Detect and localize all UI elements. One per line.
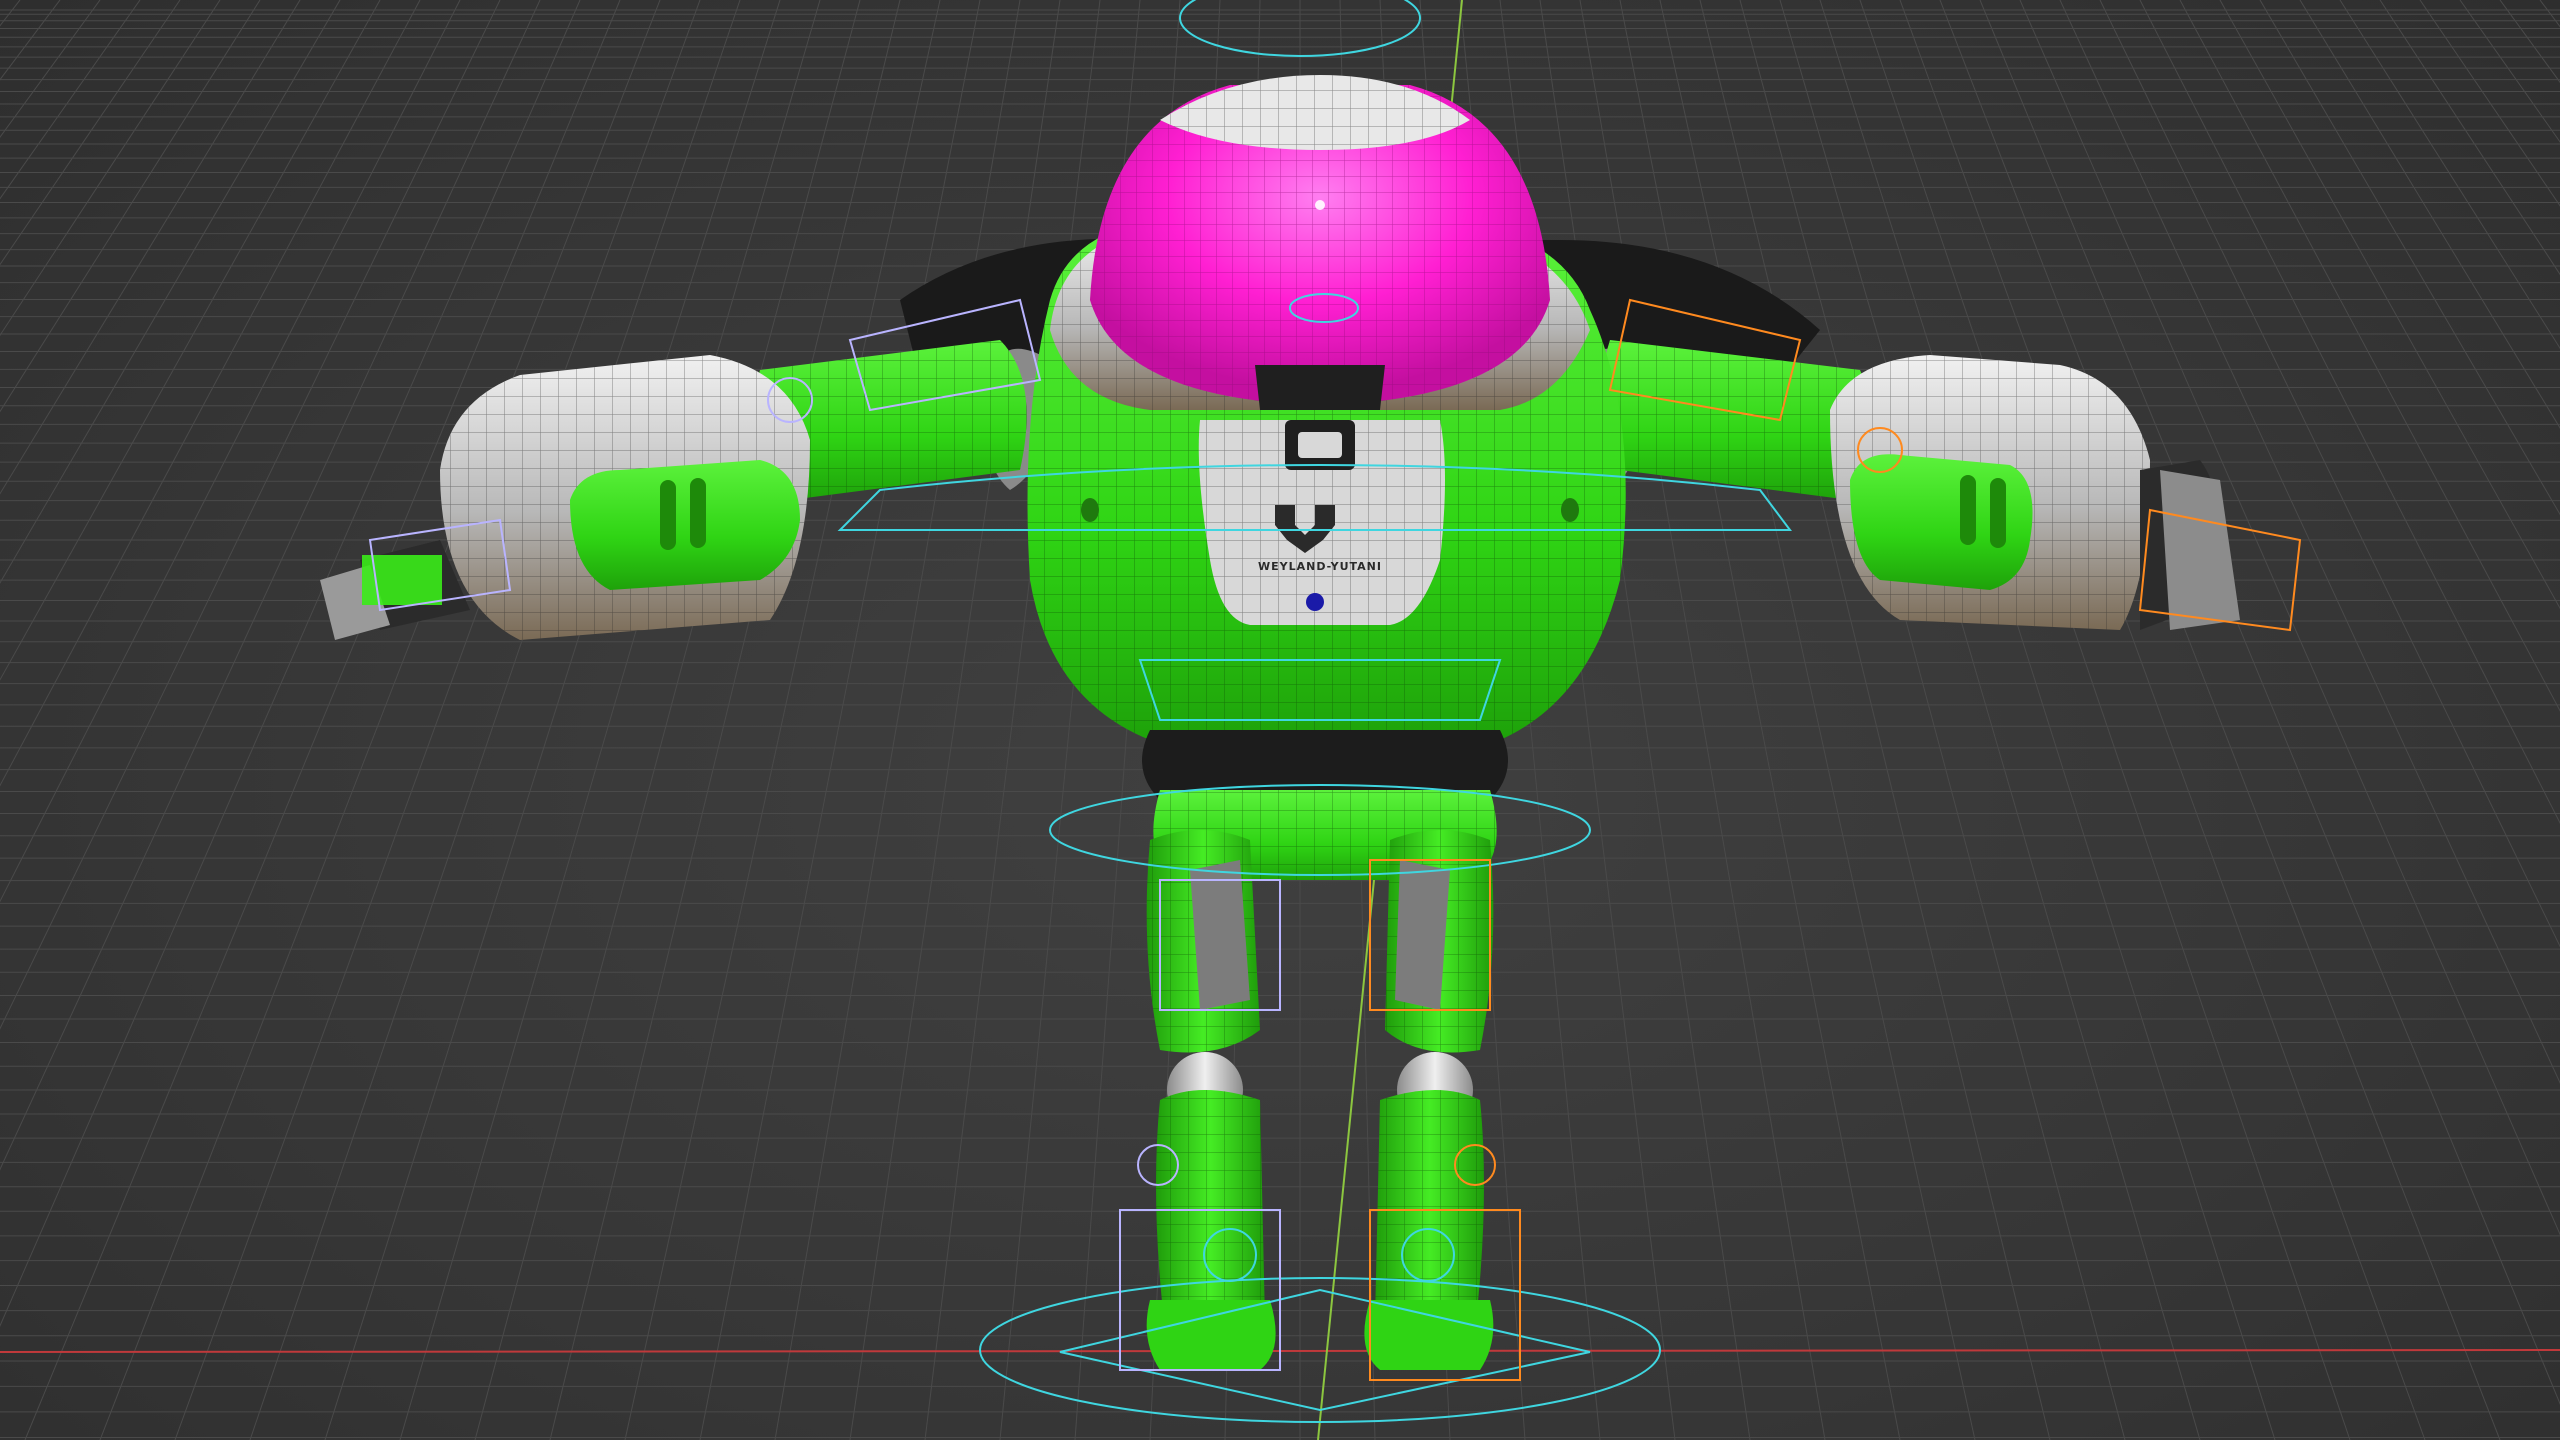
viewport-canvas[interactable]: WEYLAND-YUTANI (0, 0, 2560, 1440)
right-foot (1364, 1300, 1494, 1370)
chest-emblem-text: WEYLAND-YUTANI (1258, 560, 1382, 573)
right-hand (2160, 470, 2240, 630)
right-leg[interactable] (1364, 830, 1494, 1370)
left-arm[interactable] (320, 340, 1052, 640)
right-arm[interactable] (1578, 340, 2240, 630)
left-forearm-panel (570, 460, 800, 590)
3d-viewport[interactable]: WEYLAND-YUTANI (0, 0, 2560, 1440)
dome-head[interactable] (1090, 75, 1550, 410)
chest-sensor-dot (1306, 593, 1324, 611)
left-foot (1146, 1300, 1276, 1370)
head-latch (1255, 365, 1385, 410)
left-leg[interactable] (1146, 830, 1276, 1370)
